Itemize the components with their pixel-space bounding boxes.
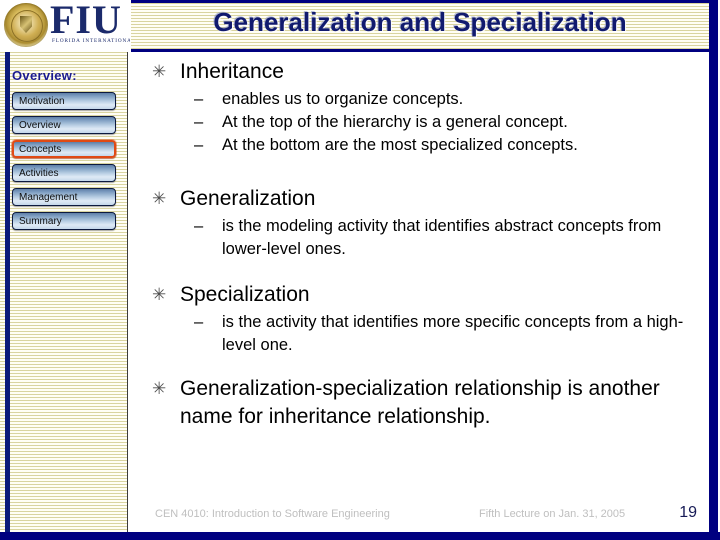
sidebar-item-label: Management [19, 192, 78, 203]
bottom-accent-bar [0, 532, 720, 540]
sub-bullet: – is the activity that identifies more s… [132, 311, 704, 357]
sub-bullet: – is the modeling activity that identifi… [132, 215, 704, 261]
sidebar-item-overview[interactable]: Overview [12, 116, 116, 134]
topic-heading-text: Specialization [180, 283, 310, 306]
sub-bullet-text: is the modeling activity that identifies… [222, 217, 662, 258]
fiu-seal-icon [4, 3, 48, 47]
sidebar-item-motivation[interactable]: Motivation [12, 92, 116, 110]
asterisk-bullet-icon: ✳ [152, 285, 167, 304]
slide: FIU FLORIDA INTERNATIONAL UNIVERSITY Gen… [0, 0, 720, 540]
sidebar-nav: Motivation Overview Concepts Activities … [12, 92, 118, 236]
dash-bullet-icon: – [194, 136, 204, 154]
sub-bullet-text: is the activity that identifies more spe… [222, 313, 684, 354]
dash-bullet-icon: – [194, 90, 204, 108]
title-banner: Generalization and Specialization [131, 0, 709, 52]
topic-heading-text: Generalization-specialization relationsh… [180, 377, 660, 428]
sidebar-item-label: Summary [19, 216, 62, 227]
sidebar-item-concepts[interactable]: Concepts [12, 140, 116, 158]
sidebar-item-label: Overview [19, 120, 61, 131]
topic-generalization: ✳ Generalization – is the modeling activ… [132, 185, 704, 261]
footer-lecture-label: Fifth Lecture on Jan. 31, 2005 [479, 508, 626, 520]
sidebar-item-label: Activities [19, 168, 59, 179]
sub-bullet-list: – enables us to organize concepts. – At … [132, 88, 704, 157]
fiu-logo: FIU FLORIDA INTERNATIONAL UNIVERSITY [0, 0, 130, 52]
topic-heading: ✳ Generalization-specialization relation… [132, 375, 704, 431]
sidebar: Overview: Motivation Overview Concepts A… [0, 52, 128, 532]
slide-footer: CEN 4010: Introduction to Software Engin… [131, 502, 709, 532]
sidebar-heading: Overview: [12, 68, 77, 83]
footer-course-label: CEN 4010: Introduction to Software Engin… [155, 508, 390, 520]
asterisk-bullet-icon: ✳ [152, 379, 167, 398]
dash-bullet-icon: – [194, 217, 204, 235]
asterisk-bullet-icon: ✳ [152, 62, 167, 81]
asterisk-bullet-icon: ✳ [152, 189, 167, 208]
topic-heading: ✳ Inheritance [132, 58, 704, 86]
slide-page-number: 19 [679, 504, 697, 521]
sidebar-item-summary[interactable]: Summary [12, 212, 116, 230]
topic-heading-text: Inheritance [180, 60, 284, 83]
page-title: Generalization and Specialization [213, 7, 627, 37]
right-accent-stripe [709, 0, 718, 540]
dash-bullet-icon: – [194, 313, 204, 331]
topic-heading: ✳ Specialization [132, 281, 704, 309]
sub-bullet-list: – is the activity that identifies more s… [132, 311, 704, 357]
sidebar-item-label: Concepts [19, 144, 62, 155]
slide-body: ✳ Inheritance – enables us to organize c… [132, 58, 704, 498]
topic-specialization: ✳ Specialization – is the activity that … [132, 281, 704, 357]
sub-bullet: – At the top of the hierarchy is a gener… [132, 111, 704, 134]
topic-heading: ✳ Generalization [132, 185, 704, 213]
topic-gen-spec-relationship: ✳ Generalization-specialization relation… [132, 375, 704, 431]
sidebar-item-label: Motivation [19, 96, 65, 107]
sidebar-accent-bar [5, 52, 10, 532]
sidebar-item-activities[interactable]: Activities [12, 164, 116, 182]
dash-bullet-icon: – [194, 113, 204, 131]
sub-bullet-text: enables us to organize concepts. [222, 90, 464, 108]
sub-bullet-text: At the top of the hierarchy is a general… [222, 113, 568, 131]
sidebar-item-management[interactable]: Management [12, 188, 116, 206]
sub-bullet-text: At the bottom are the most specialized c… [222, 136, 578, 154]
sub-bullet-list: – is the modeling activity that identifi… [132, 215, 704, 261]
topic-heading-text: Generalization [180, 187, 316, 210]
fiu-wordmark: FIU [50, 0, 122, 42]
sub-bullet: – At the bottom are the most specialized… [132, 134, 704, 157]
sub-bullet: – enables us to organize concepts. [132, 88, 704, 111]
fiu-subtitle: FLORIDA INTERNATIONAL UNIVERSITY [52, 38, 130, 44]
topic-inheritance: ✳ Inheritance – enables us to organize c… [132, 58, 704, 157]
